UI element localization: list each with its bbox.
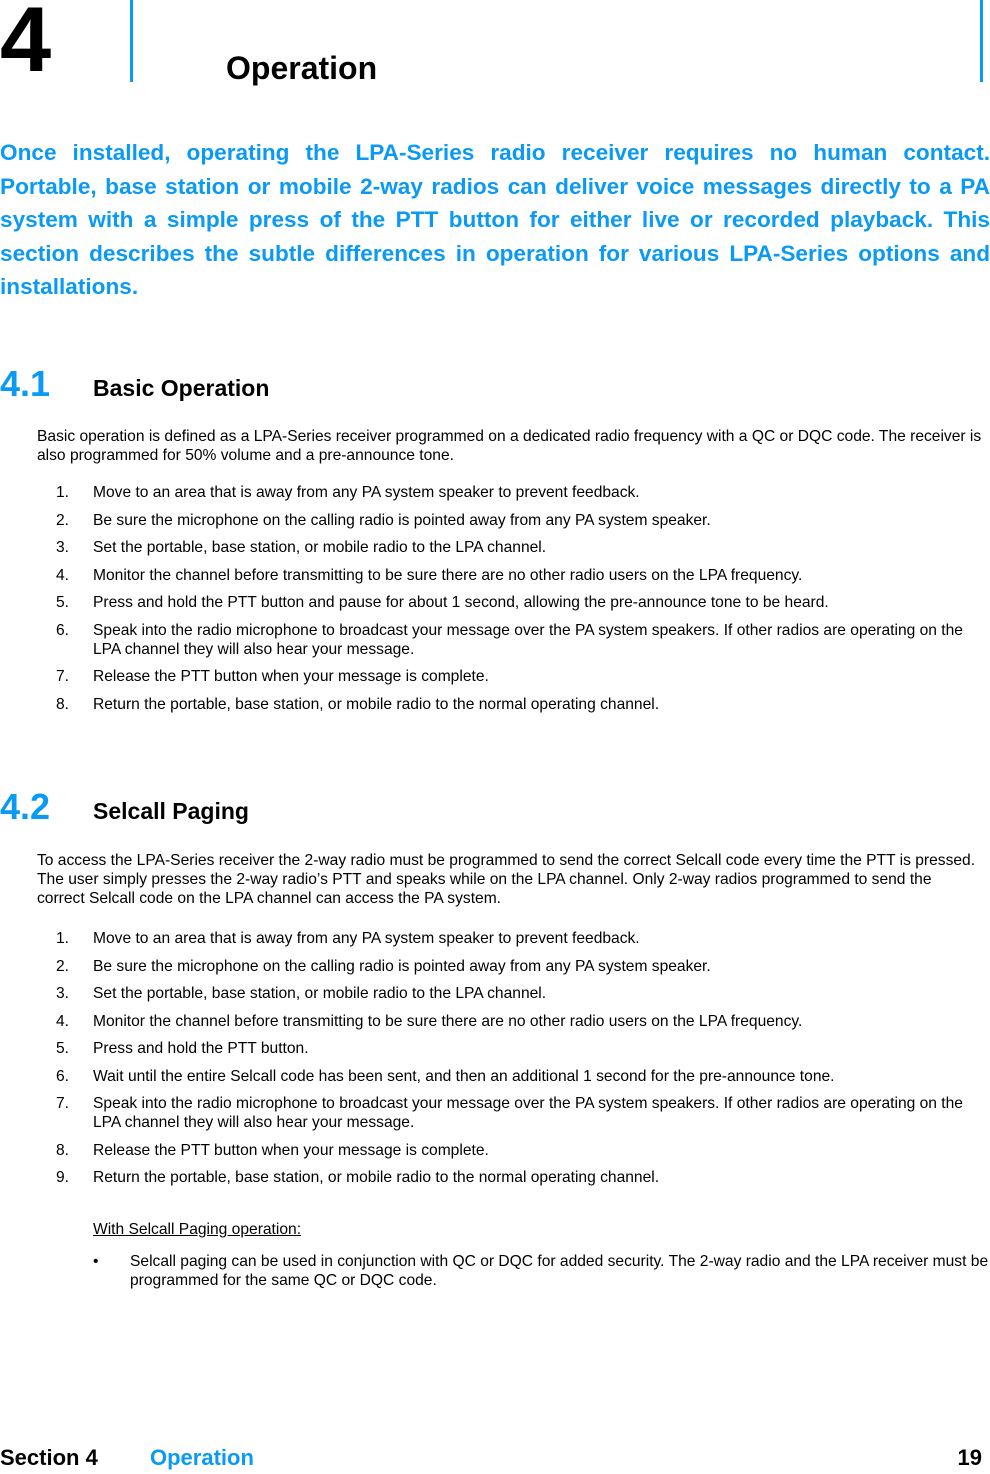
list-item: 5. Press and hold the PTT button. [0, 1039, 990, 1058]
list-item: 3. Set the portable, base station, or mob… [0, 538, 990, 557]
step-number: 3. [56, 985, 70, 1002]
step-number: 1. [56, 484, 70, 501]
step-text: Set the portable, base station, or mobil… [93, 539, 547, 556]
step-text: Speak into the radio microphone to broad… [93, 621, 963, 658]
footer-section-title: Operation [150, 1445, 254, 1470]
section-number: 4.1 [0, 363, 51, 404]
step-text: Return the portable, base station, or mo… [93, 695, 660, 713]
step-number: 7. [56, 1095, 70, 1112]
list-item: 2. Be sure the microphone on the calling … [0, 957, 990, 976]
step-text: Speak into the radio microphone to broad… [93, 1095, 963, 1131]
bullet-text: Selcall paging can be used in conjunctio… [130, 1253, 989, 1289]
header-divider-right [980, 0, 983, 82]
section-number: 4.2 [0, 786, 51, 827]
list-item: 6. Speak into the radio microphone to bro… [0, 621, 990, 659]
chapter-number: 4 [0, 0, 52, 91]
step-text: Release the PTT button when your message… [93, 1141, 489, 1159]
step-text: Be sure the microphone on the calling ra… [93, 511, 711, 529]
list-item: 2. Be sure the microphone on the calling … [0, 511, 990, 530]
list-item: 7. Release the PTT button when your messa… [0, 667, 990, 686]
step-number: 5. [56, 594, 70, 611]
section-title: Basic Operation [93, 375, 270, 401]
list-item: 8. Release the PTT button when your messa… [0, 1141, 990, 1160]
step-number: 4. [56, 566, 70, 584]
step-number: 7. [56, 668, 70, 685]
bullet-item: • Selcall paging can be used in conjunct… [0, 1252, 990, 1290]
basic-operation-steps: 1. Move to an area that is away from any … [0, 483, 990, 722]
step-text: Press and hold the PTT button and pause … [93, 594, 829, 611]
step-number: 8. [56, 1141, 70, 1159]
list-item: 4. Monitor the channel before transmittin… [0, 566, 990, 585]
step-number: 4. [56, 1012, 70, 1030]
section-heading-selcall-paging: 4.2 Selcall Paging [0, 789, 249, 825]
chapter-title: Operation [226, 50, 378, 86]
section-paragraph: To access the LPA-Series receiver the 2-… [37, 852, 976, 907]
step-text: Move to an area that is away from any PA… [93, 930, 640, 947]
page-number: 19 [957, 1445, 982, 1470]
list-item: 9. Return the portable, base station, or … [0, 1168, 990, 1187]
selcall-paging-steps: 1. Move to an area that is away from any … [0, 929, 990, 1196]
step-text: Press and hold the PTT button. [93, 1040, 309, 1057]
step-text: Return the portable, base station, or mo… [93, 1169, 660, 1186]
list-item: 4. Monitor the channel before transmittin… [0, 1012, 990, 1031]
step-number: 2. [56, 957, 70, 975]
step-number: 3. [56, 539, 70, 556]
chapter-intro: Once installed, operating the LPA-Series… [0, 140, 990, 299]
step-text: Be sure the microphone on the calling ra… [93, 957, 711, 975]
header-divider-left [130, 0, 133, 82]
footer-section-label: Section 4 [0, 1445, 98, 1470]
step-number: 6. [56, 1067, 70, 1085]
list-item: 7. Speak into the radio microphone to bro… [0, 1094, 990, 1132]
list-item: 6. Wait until the entire Selcall code has… [0, 1067, 990, 1086]
section-title: Selcall Paging [93, 798, 249, 824]
step-text: Move to an area that is away from any PA… [93, 484, 640, 501]
step-number: 6. [56, 621, 70, 639]
step-number: 5. [56, 1040, 70, 1057]
step-text: Release the PTT button when your message… [93, 668, 489, 685]
step-text: Monitor the channel before transmitting … [93, 1012, 803, 1030]
list-item: 8. Return the portable, base station, or … [0, 695, 990, 714]
list-item: 3. Set the portable, base station, or mob… [0, 984, 990, 1003]
step-text: Set the portable, base station, or mobil… [93, 985, 547, 1002]
list-item: 1. Move to an area that is away from any … [0, 929, 990, 948]
list-item: 1. Move to an area that is away from any … [0, 483, 990, 502]
step-number: 8. [56, 695, 70, 713]
step-text: Wait until the entire Selcall code has b… [93, 1067, 835, 1085]
step-number: 9. [56, 1169, 70, 1186]
section-paragraph: Basic operation is defined as a LPA-Seri… [37, 428, 982, 464]
step-number: 2. [56, 511, 70, 529]
step-number: 1. [56, 930, 70, 947]
bullet-icon: • [93, 1253, 99, 1270]
step-text: Monitor the channel before transmitting … [93, 566, 803, 584]
list-item: 5. Press and hold the PTT button and paus… [0, 593, 990, 612]
section-heading-basic-operation: 4.1 Basic Operation [0, 366, 269, 402]
note-heading: With Selcall Paging operation: [93, 1221, 302, 1238]
